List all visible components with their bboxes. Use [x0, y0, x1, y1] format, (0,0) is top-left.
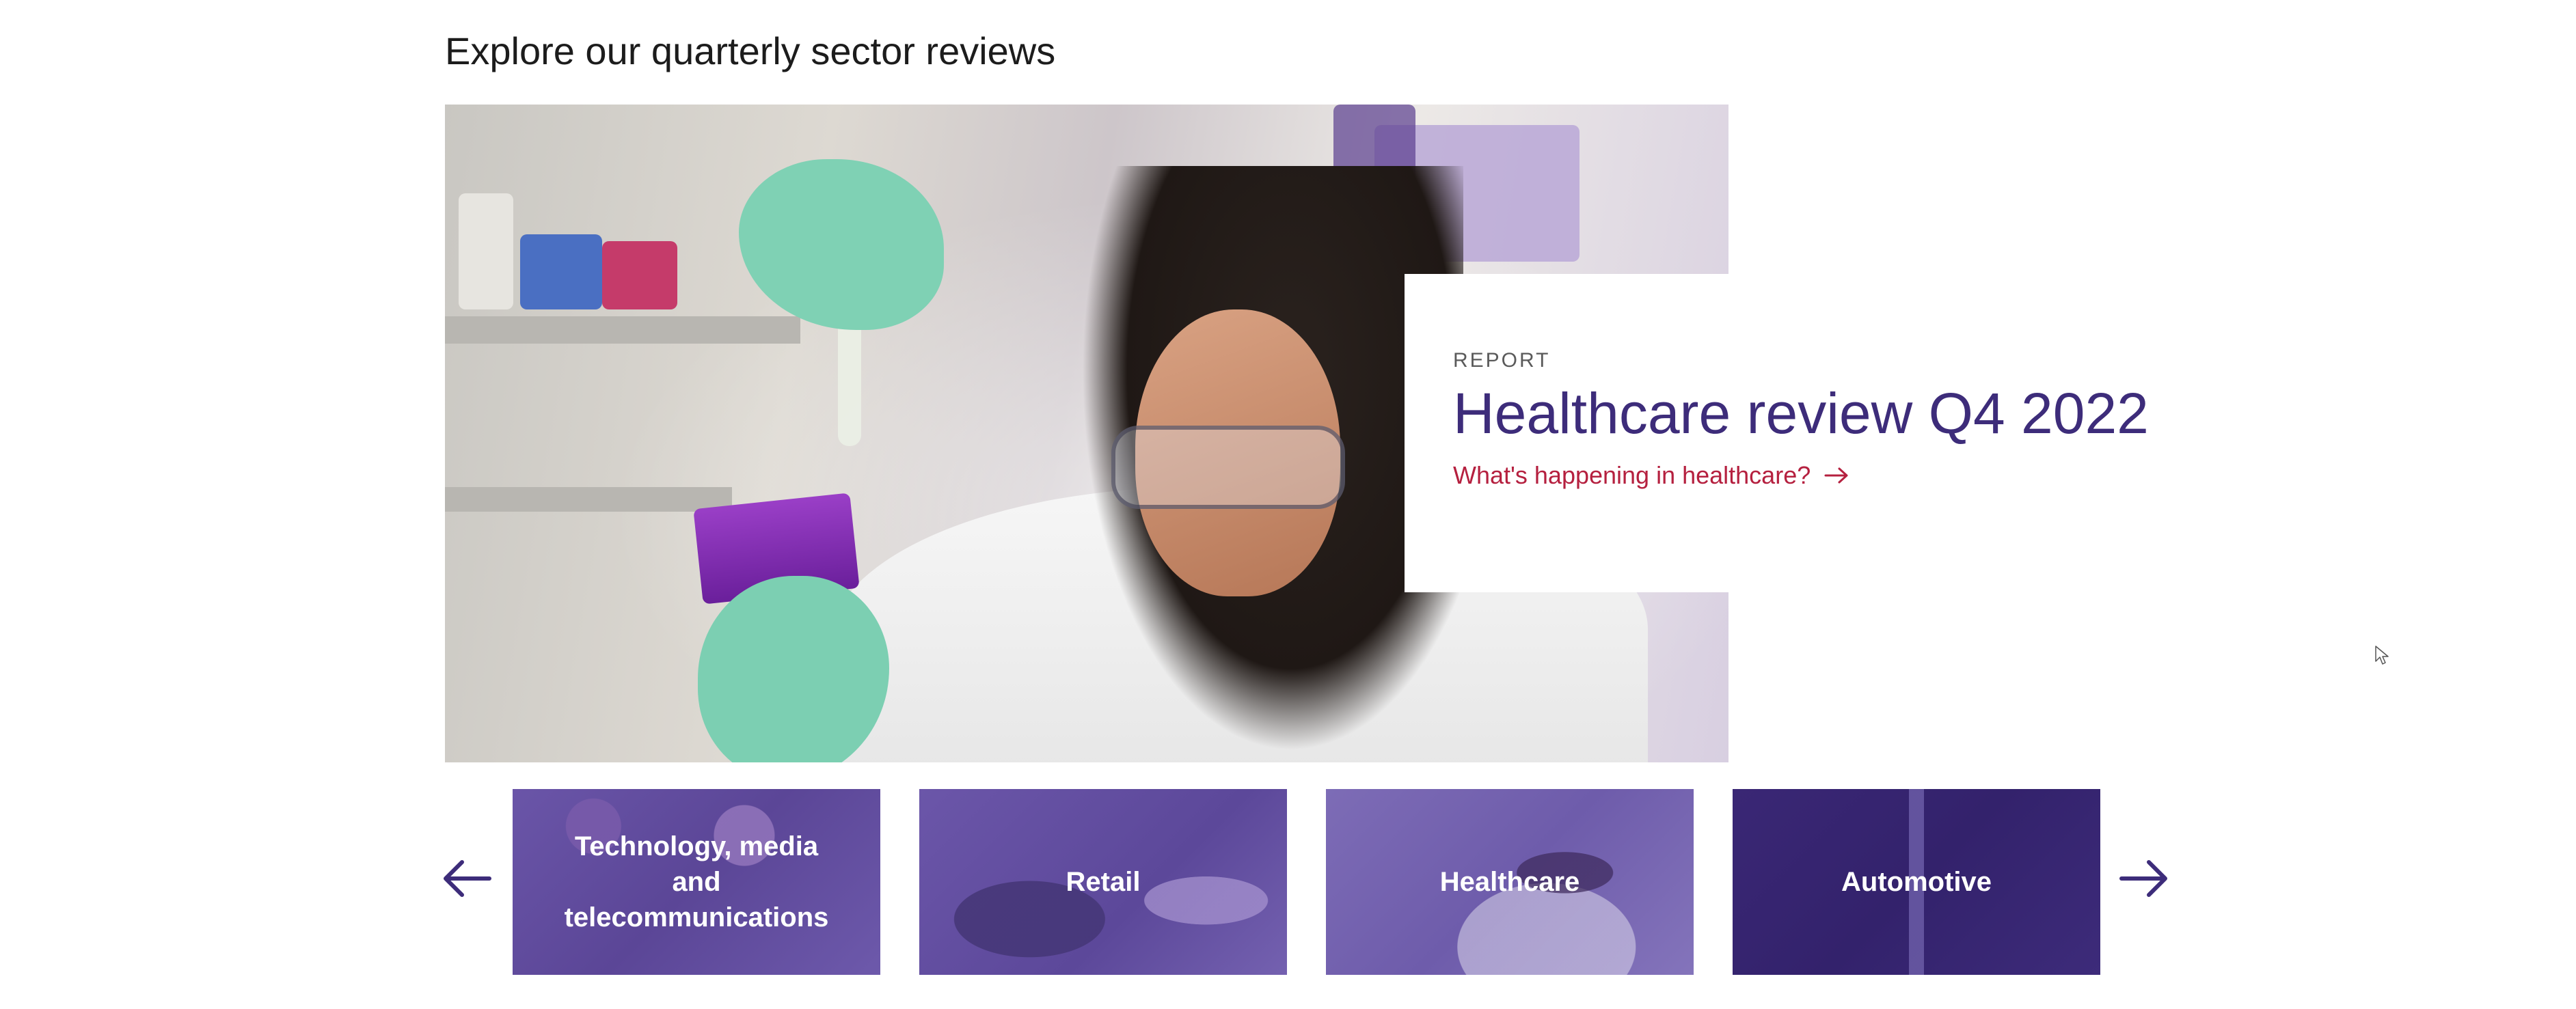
section-title: Explore our quarterly sector reviews: [445, 29, 1056, 72]
tile-retail[interactable]: Retail: [919, 789, 1287, 975]
card-link[interactable]: What's happening in healthcare?: [1453, 461, 1849, 490]
card-link-label: What's happening in healthcare?: [1453, 461, 1811, 490]
arrow-right-icon: [1824, 467, 1848, 484]
carousel-prev-button[interactable]: [443, 858, 492, 899]
tile-label: Automotive: [1841, 867, 1992, 897]
tile-label: Technology, media and telecommunications: [564, 831, 829, 932]
hero-card: REPORT Healthcare review Q4 2022 What's …: [1405, 274, 2149, 592]
card-title[interactable]: Healthcare review Q4 2022: [1453, 382, 2149, 445]
tile-automotive[interactable]: Automotive: [1733, 789, 2100, 975]
tile-label: Healthcare: [1439, 867, 1580, 897]
mouse-cursor-icon: [2375, 646, 2389, 665]
tile-healthcare[interactable]: Healthcare: [1326, 789, 1694, 975]
carousel-next-button[interactable]: [2119, 858, 2168, 899]
card-eyebrow: REPORT: [1453, 349, 1551, 372]
tile-technology[interactable]: Technology, media and telecommunications: [513, 789, 880, 975]
tile-label: Retail: [1066, 867, 1141, 897]
